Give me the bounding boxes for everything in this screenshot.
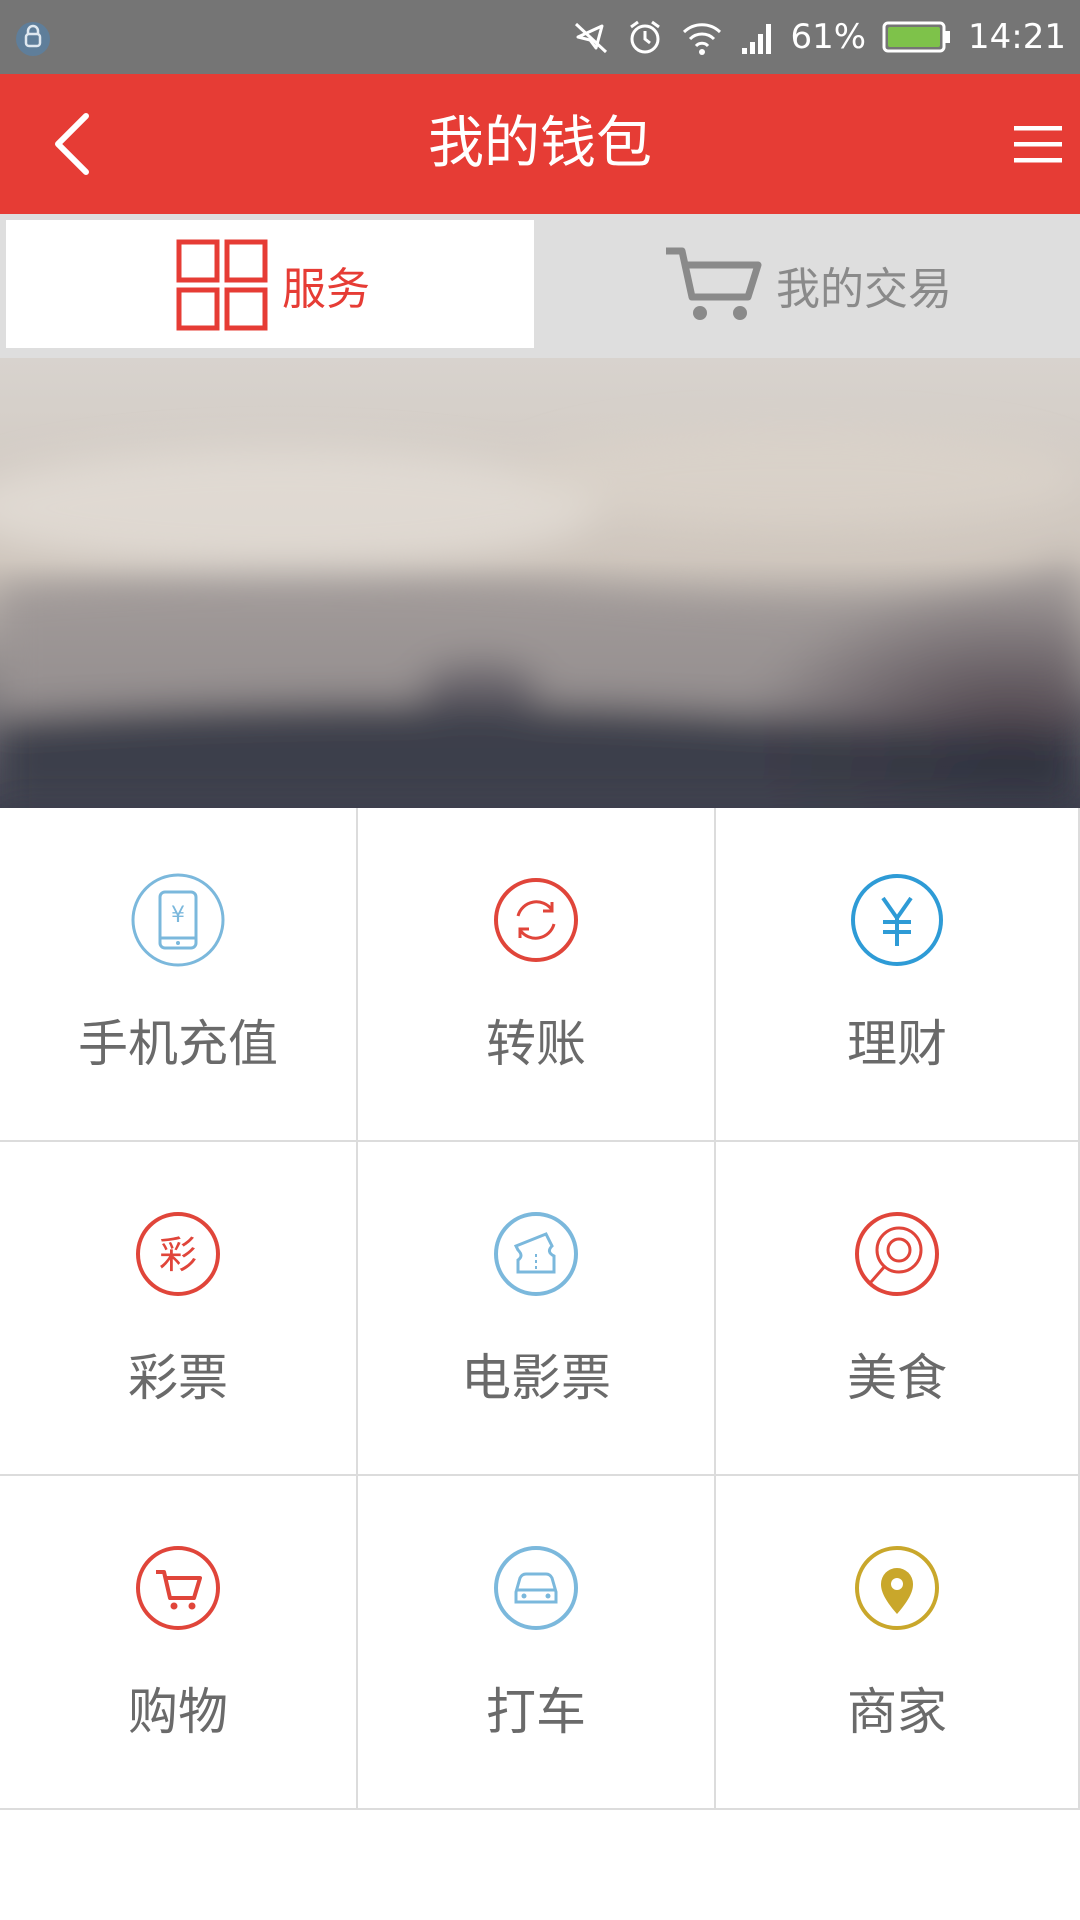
- battery-percent: 61%: [790, 17, 867, 57]
- yuan-icon: [851, 874, 943, 966]
- grid-icon: [176, 239, 268, 331]
- service-phone-recharge[interactable]: ¥ 手机充值: [0, 808, 358, 1142]
- mute-vibrate-icon: [575, 22, 608, 54]
- food-icon: [855, 1212, 939, 1296]
- service-movie-ticket[interactable]: 电影票: [358, 1142, 716, 1476]
- service-label: 商家: [847, 1683, 947, 1741]
- service-label: 打车: [486, 1683, 586, 1741]
- service-label: 电影票: [461, 1349, 611, 1407]
- lottery-icon: 彩: [136, 1212, 220, 1296]
- phone-recharge-icon: ¥: [131, 873, 225, 967]
- service-grid: ¥ 手机充值 转账 理财 彩 彩票 电影票 美食 购物 打车 商家: [0, 808, 1080, 1813]
- taxi-icon: [494, 1546, 578, 1630]
- shopping-cart-icon: [136, 1546, 220, 1630]
- alarm-icon: [630, 20, 661, 54]
- battery-icon: [882, 21, 951, 53]
- tab-bar: 服务 我的交易: [0, 214, 1080, 358]
- svg-text:彩: 彩: [159, 1233, 197, 1277]
- tab-services-label: 服务: [282, 264, 370, 315]
- page-title: 我的钱包: [428, 111, 652, 176]
- svg-text:¥: ¥: [171, 903, 185, 928]
- signal-icon: [742, 24, 772, 54]
- service-label: 理财: [847, 1015, 947, 1073]
- location-pin-icon: [855, 1546, 939, 1630]
- service-label: 彩票: [128, 1349, 228, 1407]
- service-label: 美食: [847, 1349, 947, 1407]
- tab-services[interactable]: 服务: [6, 220, 534, 348]
- service-label: 购物: [128, 1683, 228, 1741]
- ticket-icon: [494, 1212, 578, 1296]
- clock: 14:21: [968, 17, 1066, 57]
- banner-image: [0, 358, 1080, 808]
- service-lottery[interactable]: 彩 彩票: [0, 1142, 358, 1476]
- service-label: 手机充值: [78, 1015, 278, 1073]
- service-wealth[interactable]: 理财: [716, 808, 1080, 1142]
- tab-my-transactions-label: 我的交易: [776, 264, 952, 315]
- transfer-icon: [494, 878, 578, 962]
- service-merchants[interactable]: 商家: [716, 1476, 1080, 1810]
- menu-icon[interactable]: [1012, 118, 1064, 170]
- service-transfer[interactable]: 转账: [358, 808, 716, 1142]
- service-shopping[interactable]: 购物: [0, 1476, 358, 1810]
- service-taxi[interactable]: 打车: [358, 1476, 716, 1810]
- promo-banner[interactable]: [0, 358, 1080, 808]
- service-food[interactable]: 美食: [716, 1142, 1080, 1476]
- cart-icon: [666, 247, 762, 320]
- app-bar: 我的钱包: [0, 74, 1080, 214]
- notification-icon: [16, 22, 50, 56]
- wifi-icon: [683, 23, 722, 55]
- service-label: 转账: [486, 1015, 586, 1073]
- status-bar: 61% 14:21: [0, 0, 1080, 74]
